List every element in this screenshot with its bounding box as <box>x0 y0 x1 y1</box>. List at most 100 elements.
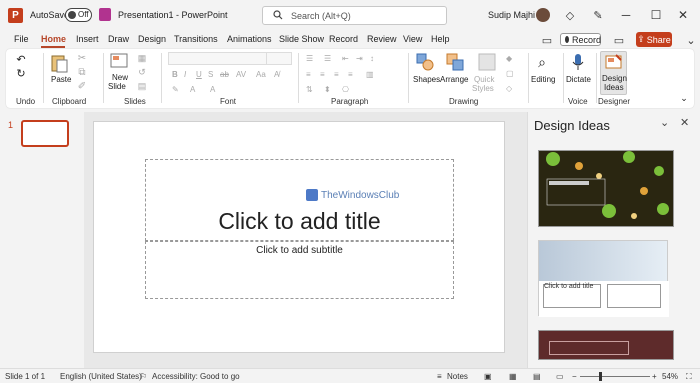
record-button[interactable]: Record <box>560 33 601 46</box>
avatar[interactable] <box>536 8 550 22</box>
decrease-indent-icon[interactable]: ⇤ <box>342 54 349 63</box>
strikethrough-icon[interactable]: ab <box>220 70 229 79</box>
line-spacing-icon[interactable]: ↕ <box>370 54 374 63</box>
tab-view[interactable]: View <box>403 34 422 44</box>
slideshow-view-icon[interactable]: ▭ <box>556 372 564 381</box>
shapes-label[interactable]: Shapes <box>413 75 440 84</box>
pane-scrollbar[interactable] <box>689 134 693 368</box>
arrange-label[interactable]: Arrange <box>440 75 468 84</box>
undo-icon[interactable]: ↶ <box>14 53 28 66</box>
close-pane-icon[interactable]: ✕ <box>680 116 689 129</box>
tab-file[interactable]: File <box>14 34 29 44</box>
reset-icon[interactable]: ↺ <box>137 67 147 77</box>
quick-styles-label[interactable]: Quick <box>474 75 494 84</box>
tab-animations[interactable]: Animations <box>227 34 272 44</box>
maximize-icon[interactable]: ☐ <box>647 6 665 24</box>
layout-icon[interactable]: ▦ <box>137 53 147 63</box>
arrange-icon[interactable] <box>446 53 464 71</box>
design-idea-3[interactable] <box>538 330 674 360</box>
microphone-icon[interactable] <box>571 53 585 71</box>
new-slide-icon[interactable] <box>110 53 128 69</box>
save-icon[interactable] <box>99 8 111 21</box>
new-slide-label[interactable]: New <box>112 73 128 82</box>
autosave-toggle[interactable]: Off <box>65 8 92 22</box>
design-idea-1[interactable] <box>538 150 674 227</box>
underline-icon[interactable]: U <box>196 70 202 79</box>
minimize-icon[interactable]: ─ <box>617 6 635 24</box>
title-placeholder-text[interactable]: Click to add title <box>145 208 454 235</box>
text-direction-icon[interactable]: ⇅ <box>306 85 313 94</box>
italic-icon[interactable]: I <box>184 70 186 79</box>
slide-sorter-icon[interactable]: ▦ <box>509 372 517 381</box>
accessibility-status[interactable]: Accessibility: Good to go <box>152 372 240 381</box>
zoom-in-icon[interactable]: + <box>652 372 657 381</box>
redo-icon[interactable]: ↻ <box>14 67 28 80</box>
quick-styles-icon[interactable] <box>478 53 496 71</box>
bold-icon[interactable]: B <box>172 70 178 79</box>
bullets-icon[interactable]: ☰ <box>306 54 313 63</box>
present-icon[interactable]: ▭ <box>612 33 626 47</box>
zoom-level[interactable]: 54% <box>662 372 678 381</box>
tab-review[interactable]: Review <box>367 34 397 44</box>
search-editing-icon[interactable]: ⌕ <box>534 53 550 71</box>
normal-view-icon[interactable]: ▣ <box>484 372 492 381</box>
align-text-icon[interactable]: ⬍ <box>324 85 331 94</box>
change-case-icon[interactable]: Aa <box>256 70 266 79</box>
diamond-icon[interactable]: ◇ <box>563 8 577 22</box>
design-idea-2[interactable] <box>538 240 669 317</box>
pen-icon[interactable]: ✎ <box>591 8 605 22</box>
smartart-icon[interactable]: ⎔ <box>342 85 349 94</box>
tab-design[interactable]: Design <box>138 34 166 44</box>
section-icon[interactable]: ▤ <box>137 81 147 91</box>
new-slide-label-2[interactable]: Slide <box>108 82 126 91</box>
zoom-slider[interactable] <box>580 376 650 377</box>
tab-draw[interactable]: Draw <box>108 34 129 44</box>
tab-help[interactable]: Help <box>431 34 450 44</box>
shapes-icon[interactable] <box>416 53 434 71</box>
user-name[interactable]: Sudip Majhi <box>488 10 535 20</box>
format-painter-icon[interactable]: ✐ <box>77 81 87 92</box>
justify-icon[interactable]: ≡ <box>348 70 353 79</box>
dictate-label[interactable]: Dictate <box>566 75 591 84</box>
notes-button[interactable]: Notes <box>447 372 468 381</box>
increase-font-icon[interactable]: A <box>210 85 215 94</box>
share-button[interactable]: ⇪ Share <box>636 32 672 47</box>
columns-icon[interactable]: ▥ <box>366 70 374 79</box>
collapse-ribbon-icon[interactable]: ⌄ <box>679 93 689 103</box>
font-size-select[interactable] <box>266 52 292 65</box>
editing-label[interactable]: Editing <box>531 75 555 84</box>
zoom-slider-thumb[interactable] <box>599 372 602 381</box>
slide-thumbnail[interactable] <box>21 120 69 147</box>
align-right-icon[interactable]: ≡ <box>334 70 339 79</box>
quick-styles-label-2[interactable]: Styles <box>472 84 494 93</box>
shape-outline-icon[interactable]: ▢ <box>506 69 514 78</box>
paste-label[interactable]: Paste <box>51 75 71 84</box>
font-color-icon[interactable]: A <box>190 85 195 94</box>
chevron-down-icon[interactable]: ⌄ <box>660 116 669 129</box>
numbering-icon[interactable]: ☰ <box>324 54 331 63</box>
reading-view-icon[interactable]: ▤ <box>533 372 541 381</box>
tab-transitions[interactable]: Transitions <box>174 34 218 44</box>
char-spacing-icon[interactable]: AV <box>236 70 246 79</box>
cut-icon[interactable]: ✂ <box>77 53 87 64</box>
clear-formatting-icon[interactable]: A̸ <box>274 70 279 79</box>
language-indicator[interactable]: English (United States) <box>60 372 142 381</box>
shape-fill-icon[interactable]: ◆ <box>506 54 512 63</box>
shadow-icon[interactable]: S <box>208 70 213 79</box>
zoom-out-icon[interactable]: − <box>572 372 577 381</box>
align-center-icon[interactable]: ≡ <box>320 70 325 79</box>
close-icon[interactable]: ✕ <box>674 6 692 24</box>
comments-icon[interactable]: ▭ <box>540 33 554 47</box>
tab-insert[interactable]: Insert <box>76 34 99 44</box>
fit-slide-icon[interactable]: ⛶ <box>686 372 692 382</box>
search-input[interactable]: Search (Alt+Q) <box>262 6 447 25</box>
chevron-down-icon[interactable]: ⌄ <box>684 33 698 47</box>
copy-icon[interactable]: ⧉ <box>77 67 87 78</box>
highlight-icon[interactable]: ✎ <box>172 85 179 94</box>
tab-home[interactable]: Home <box>41 34 66 44</box>
subtitle-placeholder-text[interactable]: Click to add subtitle <box>145 245 454 256</box>
align-left-icon[interactable]: ≡ <box>306 70 311 79</box>
tab-record[interactable]: Record <box>329 34 358 44</box>
increase-indent-icon[interactable]: ⇥ <box>356 54 363 63</box>
shape-effects-icon[interactable]: ◇ <box>506 84 512 93</box>
